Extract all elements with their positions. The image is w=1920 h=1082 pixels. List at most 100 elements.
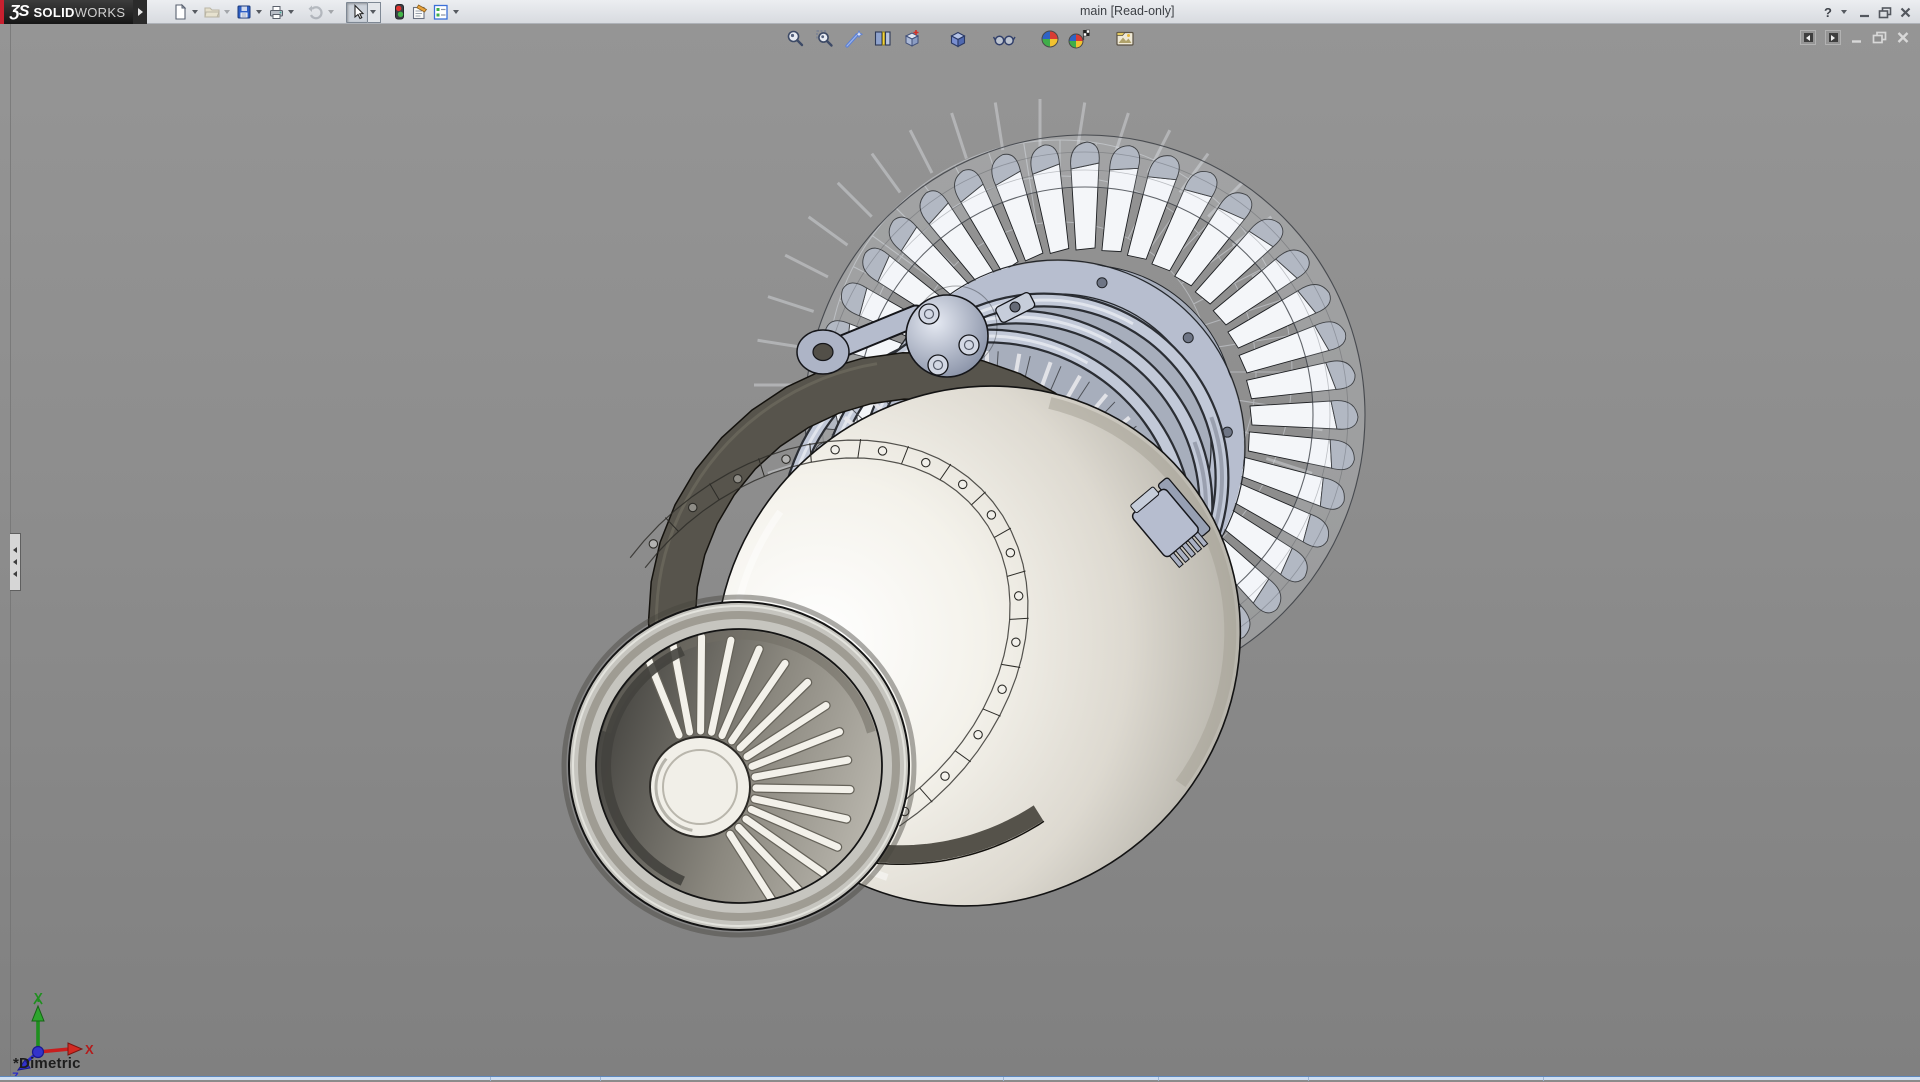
edit-appearance-button[interactable] <box>1038 27 1062 51</box>
view-orientation-label: *Dimetric <box>13 1055 81 1072</box>
engine-part <box>872 154 900 193</box>
appearance-ball-icon <box>1039 28 1061 50</box>
save-floppy-icon <box>235 3 253 21</box>
flange-bolt-hole <box>1097 278 1107 288</box>
pane-left-icon <box>1806 35 1810 41</box>
zoom-to-fit-button[interactable] <box>784 27 808 51</box>
rivet-hole <box>1014 592 1022 600</box>
rivet-hole <box>987 511 995 519</box>
flange-bolt-hole <box>1183 333 1193 343</box>
save-dropdown-caret[interactable] <box>256 10 262 14</box>
rivet-hole <box>941 772 949 780</box>
print-button[interactable] <box>266 1 286 23</box>
display-style-button[interactable] <box>946 27 970 51</box>
design-binder-button[interactable] <box>409 1 430 23</box>
rivet-hole <box>974 731 982 739</box>
engine-part <box>785 255 828 277</box>
engine-part <box>1010 302 1020 312</box>
engine-part <box>952 113 967 159</box>
apply-scene-button[interactable] <box>1067 27 1091 51</box>
options-checklist-icon <box>431 3 450 21</box>
print-icon <box>267 3 285 21</box>
doc-close-button[interactable] <box>1896 31 1910 44</box>
close-button[interactable] <box>1899 6 1912 19</box>
help-button[interactable]: ? <box>1824 5 1832 20</box>
rivet-hole <box>959 480 967 488</box>
main-toolbar <box>170 0 463 24</box>
doc-minimize-button[interactable] <box>1850 31 1863 44</box>
minimize-button[interactable] <box>1858 6 1871 19</box>
rivet-hole <box>1012 638 1020 646</box>
document-title: main [Read-only] <box>1080 4 1320 18</box>
engine-part <box>768 297 814 312</box>
zoom-to-fit-icon <box>785 28 807 50</box>
filter-wand-button[interactable] <box>842 27 866 51</box>
view-settings-icon <box>1114 28 1136 50</box>
print-dropdown-caret[interactable] <box>288 10 294 14</box>
logo-red-stripe <box>0 0 4 24</box>
save-button[interactable] <box>234 1 254 23</box>
restore-button[interactable] <box>1878 6 1892 19</box>
design-binder-icon <box>410 3 429 21</box>
graphics-viewport[interactable]: Y X Z *Dimetric <box>0 24 1920 1080</box>
rivet-hole <box>1006 549 1014 557</box>
options-dropdown-caret[interactable] <box>453 10 459 14</box>
open-folder-icon <box>203 3 221 21</box>
apply-scene-icon <box>1067 28 1091 50</box>
undo-icon <box>307 3 325 21</box>
options-checklist-button[interactable] <box>430 1 451 23</box>
undo-button[interactable] <box>306 1 326 23</box>
title-bar: ƷS SOLIDWORKS <box>0 0 1920 24</box>
solidworks-logo: ƷS SOLIDWORKS <box>0 0 133 24</box>
heads-up-view-toolbar <box>0 27 1920 51</box>
eyeglasses-icon <box>992 28 1016 50</box>
zoom-to-area-icon <box>814 28 836 50</box>
boss-bolt <box>928 355 948 375</box>
rivet-hole <box>878 447 886 455</box>
select-cursor-icon <box>348 3 366 21</box>
spline-ridge <box>701 637 702 731</box>
logo-mark: ƷS <box>10 3 28 21</box>
view-orientation-button[interactable] <box>900 27 924 51</box>
section-view-icon <box>872 28 894 50</box>
open-document-button[interactable] <box>202 1 222 23</box>
boss-bolt <box>919 304 939 324</box>
traffic-light-icon <box>390 3 408 21</box>
logo-brand-bold: SOLID <box>33 5 74 20</box>
rivet-hole <box>782 455 790 463</box>
titlebar-window-controls: ? <box>1824 0 1912 24</box>
doc-restore-button[interactable] <box>1872 31 1887 44</box>
view-settings-button[interactable] <box>1113 27 1137 51</box>
rivet-hole <box>649 540 657 548</box>
engine-assembly <box>564 99 1365 1013</box>
collapse-pane-right-button[interactable] <box>1825 30 1841 45</box>
status-bar <box>0 1076 1920 1080</box>
select-dropdown-caret[interactable] <box>368 2 381 23</box>
lug-hole <box>813 344 833 361</box>
pane-right-icon <box>1831 35 1835 41</box>
help-dropdown-caret[interactable] <box>1841 10 1847 14</box>
undo-dropdown-caret[interactable] <box>328 10 334 14</box>
rivet-hole <box>689 503 697 511</box>
boss-bolt <box>959 335 979 355</box>
engine-part <box>809 217 848 245</box>
engine-part <box>995 103 1003 150</box>
new-dropdown-caret[interactable] <box>192 10 198 14</box>
new-document-icon <box>171 3 189 21</box>
shaft-hub <box>650 737 750 837</box>
menu-flyout-arrow[interactable] <box>133 0 147 24</box>
open-dropdown-caret[interactable] <box>224 10 230 14</box>
select-tool-button[interactable] <box>346 2 368 23</box>
rivet-hole <box>734 475 742 483</box>
section-view-button[interactable] <box>871 27 895 51</box>
display-style-icon <box>947 28 969 50</box>
new-document-button[interactable] <box>170 1 190 23</box>
hide-show-items-button[interactable] <box>992 27 1016 51</box>
zoom-to-area-button[interactable] <box>813 27 837 51</box>
collapse-pane-left-button[interactable] <box>1800 30 1816 45</box>
document-window-controls <box>1800 30 1910 45</box>
3d-model-jet-engine[interactable] <box>0 24 1920 1080</box>
rivet-hole <box>922 458 930 466</box>
engine-part <box>910 130 932 173</box>
rebuild-button[interactable] <box>389 1 409 23</box>
